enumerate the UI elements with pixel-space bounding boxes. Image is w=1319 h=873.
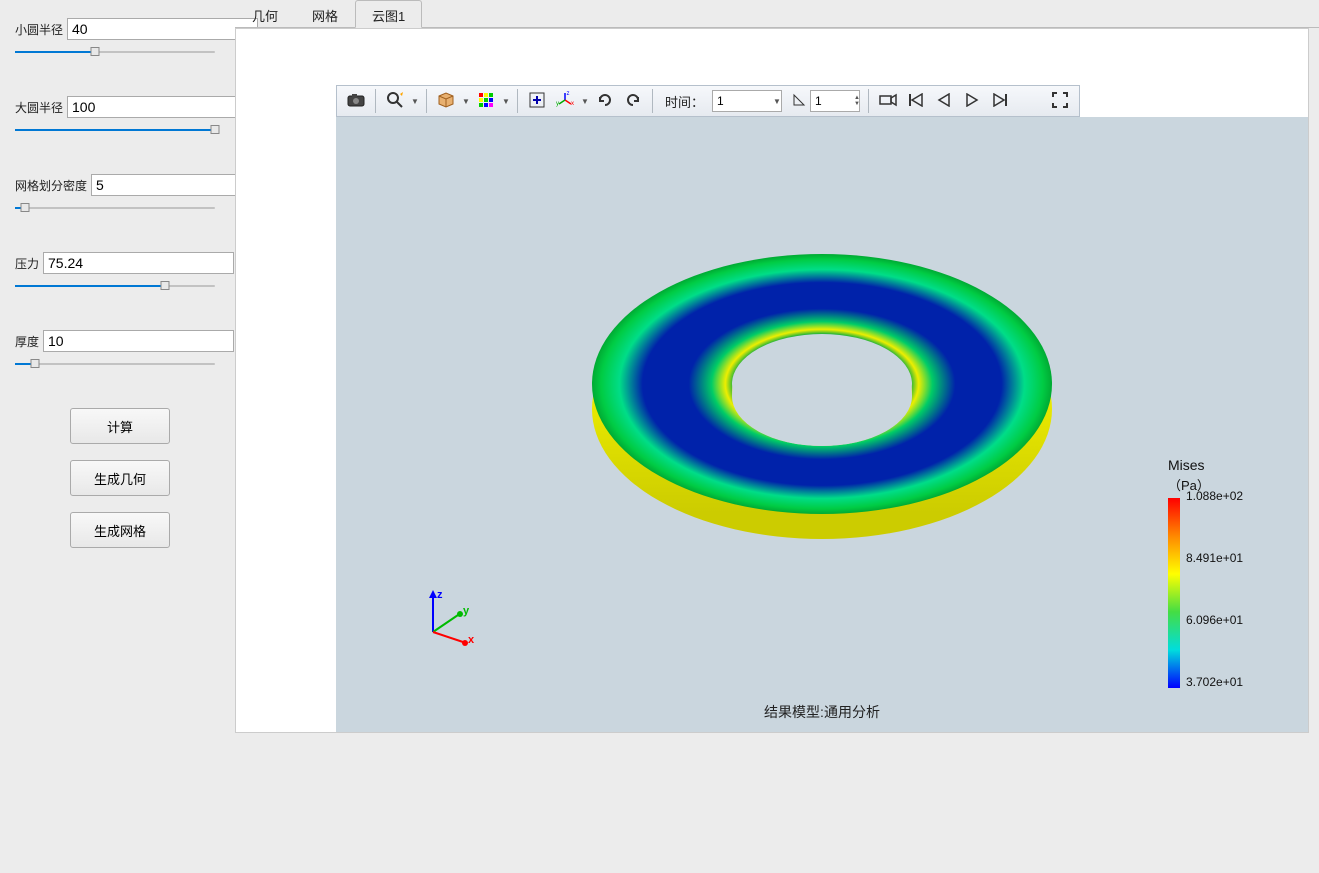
thickness-slider[interactable] (15, 358, 215, 370)
axis-gizmo: z y x (418, 587, 478, 647)
rotate-cw-button[interactable] (620, 88, 646, 114)
axis-dropdown[interactable]: ▼ (580, 97, 590, 106)
video-camera-icon (879, 93, 897, 110)
screenshot-button[interactable] (343, 88, 369, 114)
frame-spinner[interactable]: ▲▼ (852, 95, 862, 107)
action-buttons: 计算 生成几何 生成网格 (15, 408, 225, 548)
generate-geometry-button[interactable]: 生成几何 (70, 460, 170, 496)
param-label: 厚度 (15, 333, 39, 350)
small-radius-slider[interactable] (15, 46, 215, 58)
legend-tick: 6.096e+01 (1186, 613, 1243, 627)
small-radius-input[interactable] (67, 18, 258, 40)
3d-viewport[interactable]: z y x Mises （Pa） 1.088e+02 8.491e+01 6.0… (336, 117, 1308, 732)
play-back-icon (937, 93, 951, 110)
pressure-input[interactable] (43, 252, 234, 274)
magnifier-icon (386, 91, 404, 112)
go-last-button[interactable] (987, 88, 1013, 114)
time-dropdown[interactable]: ▼ (772, 97, 782, 106)
camera-icon (347, 93, 365, 110)
go-first-button[interactable] (903, 88, 929, 114)
fit-icon (528, 91, 546, 112)
tab-contour[interactable]: 云图1 (355, 0, 422, 28)
rotate-ccw-button[interactable] (592, 88, 618, 114)
prev-frame-button[interactable] (790, 88, 808, 114)
parameter-sidebar: 小圆半径 大圆半径 网格划分密度 压力 (15, 18, 225, 548)
play-icon (965, 93, 979, 110)
mesh-density-slider[interactable] (15, 202, 215, 214)
svg-text:y: y (556, 101, 559, 107)
angle-icon (792, 93, 806, 110)
tab-mesh[interactable]: 网格 (295, 0, 355, 28)
legend-tick: 8.491e+01 (1186, 551, 1243, 565)
thickness-input[interactable] (43, 330, 234, 352)
zoom-dropdown[interactable]: ▼ (410, 97, 420, 106)
display-dropdown[interactable]: ▼ (461, 97, 471, 106)
axis-view-button[interactable]: zx y (552, 88, 578, 114)
param-label: 大圆半径 (15, 99, 63, 116)
legend-tick: 3.702e+01 (1186, 675, 1243, 689)
svg-text:x: x (571, 101, 574, 107)
shade-icon (437, 92, 455, 111)
play-button[interactable] (959, 88, 985, 114)
fit-view-button[interactable] (524, 88, 550, 114)
param-large-radius: 大圆半径 (15, 96, 225, 136)
display-mode-button[interactable] (433, 88, 459, 114)
param-pressure: 压力 (15, 252, 225, 292)
param-label: 小圆半径 (15, 21, 63, 38)
svg-text:z: z (567, 91, 570, 97)
param-thickness: 厚度 (15, 330, 225, 370)
ring-model (562, 224, 1082, 564)
viewer-toolbar: ▼ ▼ ▼ zx y ▼ 时间： (336, 85, 1080, 117)
param-label: 压力 (15, 255, 39, 272)
main-area: 几何 网格 云图1 ▼ ▼ ▼ (235, 0, 1319, 873)
large-radius-slider[interactable] (15, 124, 215, 136)
svg-text:z: z (437, 589, 443, 601)
axis-icon: zx y (556, 91, 574, 112)
rotate-ccw-icon (596, 91, 614, 112)
color-dropdown[interactable]: ▼ (501, 97, 511, 106)
time-label: 时间： (665, 92, 704, 111)
skip-first-icon (908, 93, 924, 110)
svg-text:y: y (463, 605, 470, 617)
viewport-container: ▼ ▼ ▼ zxy ▼ 时间： (235, 28, 1309, 733)
pressure-slider[interactable] (15, 280, 215, 292)
param-mesh-density: 网格划分密度 (15, 174, 225, 214)
tabs: 几何 网格 云图1 (235, 0, 1319, 28)
rubik-cube-icon (477, 91, 495, 112)
play-back-button[interactable] (931, 88, 957, 114)
fullscreen-icon (1052, 92, 1068, 111)
zoom-button[interactable] (382, 88, 408, 114)
tab-geometry[interactable]: 几何 (235, 0, 295, 28)
result-model-label: 结果模型:通用分析 (764, 702, 880, 722)
generate-mesh-button[interactable]: 生成网格 (70, 512, 170, 548)
legend-ticks: 1.088e+02 8.491e+01 6.096e+01 3.702e+01 (1186, 493, 1266, 683)
legend-colorbar (1168, 498, 1180, 688)
compute-button[interactable]: 计算 (70, 408, 170, 444)
legend-title: Mises (1168, 457, 1268, 473)
legend-tick: 1.088e+02 (1186, 489, 1243, 503)
record-button[interactable] (875, 88, 901, 114)
fullscreen-button[interactable] (1047, 88, 1073, 114)
large-radius-input[interactable] (67, 96, 258, 118)
skip-last-icon (992, 93, 1008, 110)
color-legend: Mises （Pa） 1.088e+02 8.491e+01 6.096e+01… (1168, 457, 1268, 688)
color-cube-button[interactable] (473, 88, 499, 114)
param-small-radius: 小圆半径 (15, 18, 225, 58)
param-label: 网格划分密度 (15, 177, 87, 194)
svg-text:x: x (468, 634, 475, 646)
rotate-cw-icon (624, 91, 642, 112)
